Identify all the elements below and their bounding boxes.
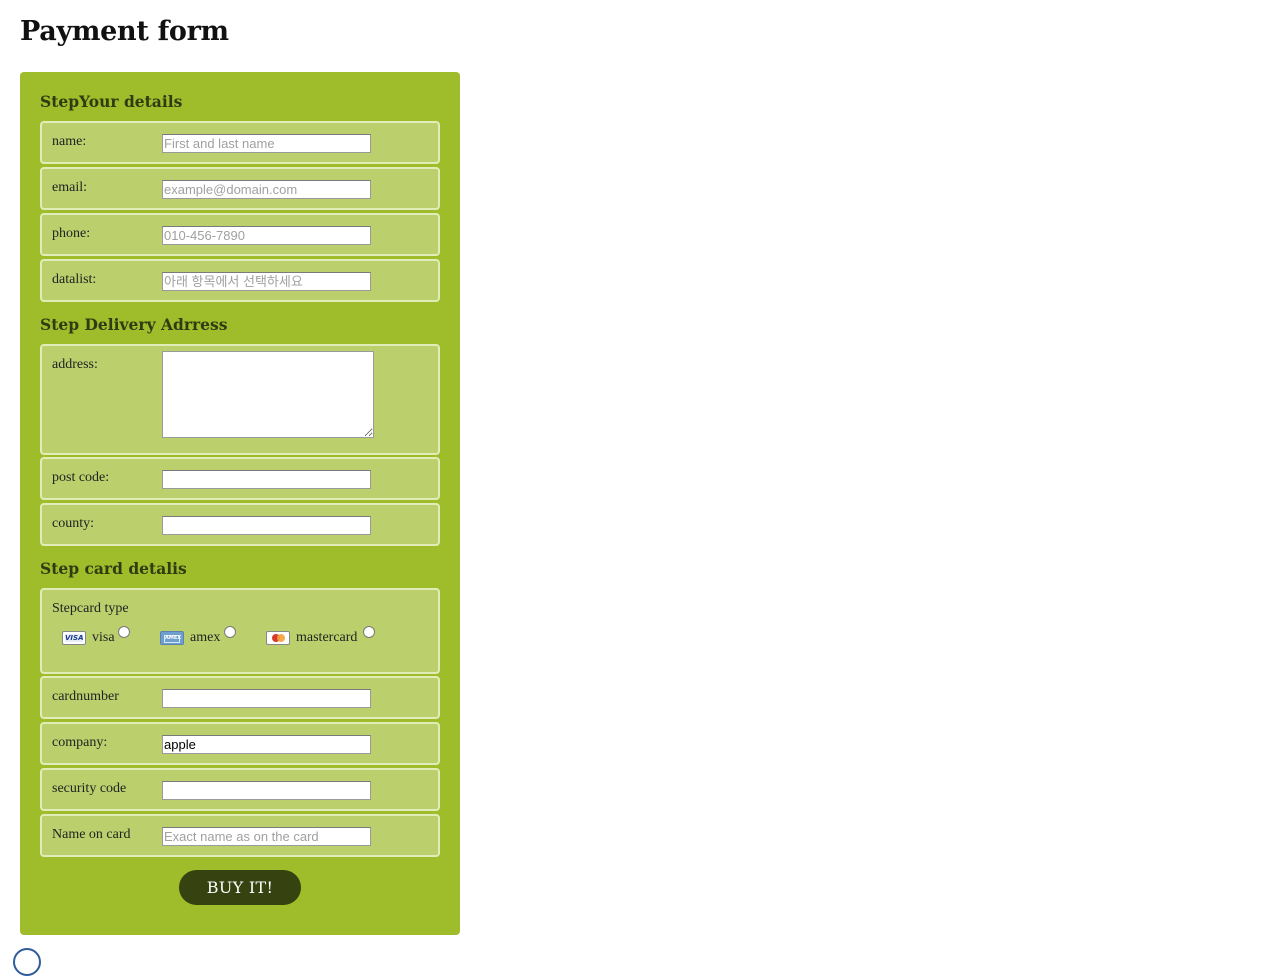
company-input[interactable] [162, 735, 371, 754]
post-code-input[interactable] [162, 470, 371, 489]
card-option-mastercard[interactable]: mastercard [266, 626, 386, 648]
phone-row: phone: [40, 213, 440, 256]
mastercard-radio[interactable] [363, 626, 375, 638]
visa-label: visa [92, 630, 115, 645]
phone-label: phone: [52, 226, 91, 241]
address-row: address: [40, 344, 440, 455]
name-on-card-label: Name on card [52, 827, 131, 842]
county-label: county: [52, 516, 94, 531]
cardnumber-row: cardnumber [40, 676, 440, 719]
card-option-visa[interactable]: VISA visa [62, 626, 142, 648]
datalist-row: datalist: [40, 259, 440, 302]
name-label: name: [52, 134, 87, 149]
email-label: email: [52, 180, 87, 195]
buy-button[interactable]: BUY IT! [179, 870, 301, 905]
security-code-row: security code [40, 768, 440, 811]
visa-card-icon: VISA [62, 631, 86, 645]
county-input[interactable] [162, 516, 371, 535]
name-input[interactable] [162, 134, 371, 153]
company-row: company: [40, 722, 440, 765]
post-code-row: post code: [40, 457, 440, 500]
datalist-label: datalist: [52, 272, 97, 287]
name-on-card-row: Name on card [40, 814, 440, 857]
cardnumber-label: cardnumber [52, 689, 119, 704]
amex-logo-text: AMEX [164, 635, 182, 643]
company-label: company: [52, 735, 108, 750]
card-type-row: Stepcard type VISA visa AMEX amex master… [40, 588, 440, 674]
post-code-label: post code: [52, 470, 110, 485]
address-label: address: [52, 357, 98, 372]
county-row: county: [40, 503, 440, 546]
amex-card-icon: AMEX [160, 631, 184, 645]
amex-label: amex [190, 630, 221, 645]
corner-badge-icon [13, 948, 41, 976]
card-type-title: Stepcard type [52, 601, 129, 616]
phone-input[interactable] [162, 226, 371, 245]
mastercard-icon [266, 631, 290, 645]
datalist-input[interactable] [162, 272, 371, 291]
payment-form: StepYour details name: email: phone: dat… [20, 72, 460, 935]
visa-logo-text: VISA [65, 634, 84, 642]
section-heading-delivery: Step Delivery Adrress [40, 315, 228, 334]
security-code-input[interactable] [162, 781, 371, 800]
section-heading-card: Step card detalis [40, 559, 187, 578]
name-on-card-input[interactable] [162, 827, 371, 846]
amex-radio[interactable] [224, 626, 236, 638]
email-input[interactable] [162, 180, 371, 199]
section-heading-your-details: StepYour details [40, 92, 183, 111]
mastercard-label: mastercard [296, 630, 358, 645]
page-title: Payment form [20, 16, 229, 47]
address-textarea[interactable] [162, 351, 374, 438]
email-row: email: [40, 167, 440, 210]
security-code-label: security code [52, 781, 127, 796]
name-row: name: [40, 121, 440, 164]
cardnumber-input[interactable] [162, 689, 371, 708]
card-option-amex[interactable]: AMEX amex [160, 626, 250, 648]
visa-radio[interactable] [118, 626, 130, 638]
